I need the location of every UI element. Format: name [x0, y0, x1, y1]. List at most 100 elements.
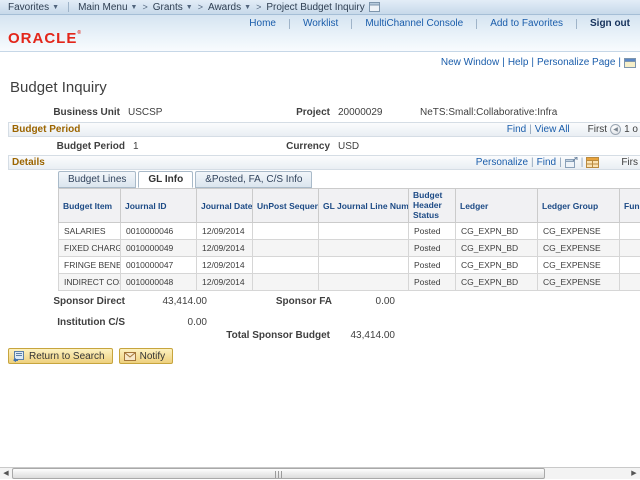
sponsor-direct-value: 43,414.00 [130, 296, 207, 307]
column-header-funding[interactable]: Fundi [620, 189, 640, 223]
worklist-link[interactable]: Worklist [303, 18, 338, 29]
notify-label: Notify [140, 351, 166, 362]
breadcrumb-separator: > [256, 2, 261, 12]
breadcrumb-item-awards[interactable]: Awards ▼ [208, 2, 251, 13]
column-header-gl-journal-line-number[interactable]: GL Journal Line Number [319, 189, 409, 223]
view-all-popup-icon[interactable] [565, 157, 578, 168]
personalize-page-link[interactable]: Personalize Page [537, 57, 615, 68]
column-header-journal-date[interactable]: Journal Date [197, 189, 253, 223]
scroll-left-arrow[interactable]: ◀ [0, 468, 12, 479]
peoplesoft-budget-inquiry-page: Favorites ▼ Main Menu ▼ > Grants ▼ > Awa… [0, 0, 640, 480]
horizontal-scrollbar[interactable]: ◀ ▶ [0, 467, 640, 479]
cell-budget-item: FIXED CHARGES [59, 240, 121, 257]
cell-gl-journal-line-number [319, 240, 409, 257]
tab-posted-fa-cs-info[interactable]: &Posted, FA, C/S Info [195, 171, 312, 188]
column-header-budget-header-status[interactable]: Budget Header Status [409, 189, 456, 223]
scrollbar-thumb[interactable] [12, 468, 545, 479]
add-to-favorites-link[interactable]: Add to Favorites [490, 18, 563, 29]
oracle-logo-text: ORACLE [8, 30, 77, 47]
cell-unpost-sequence [253, 257, 319, 274]
nav-divider [576, 19, 577, 29]
favorites-menu[interactable]: Favorites ▼ [8, 2, 59, 13]
personalize-window-icon[interactable] [624, 58, 636, 68]
bar-pipe: | [559, 157, 562, 168]
budget-period-find-link[interactable]: Find [507, 124, 526, 135]
new-window-link[interactable]: New Window [441, 57, 499, 68]
pagebar-pipe: | [502, 57, 505, 68]
breadcrumb-item-project-budget-inquiry[interactable]: Project Budget Inquiry [266, 2, 364, 13]
cell-funding [620, 223, 640, 240]
sponsor-direct-label: Sponsor Direct [20, 296, 125, 307]
dropdown-arrow-icon: ▼ [52, 4, 59, 11]
home-link[interactable]: Home [249, 18, 276, 29]
registered-mark: ® [77, 30, 82, 36]
budget-period-page-info: 1 o [624, 124, 638, 135]
cell-ledger-group: CG_EXPENSE [538, 257, 620, 274]
nav-divider [476, 19, 477, 29]
cell-budget-header-status: Posted [409, 274, 456, 291]
cell-unpost-sequence [253, 274, 319, 291]
top-nav: Home Worklist MultiChannel Console Add t… [245, 18, 630, 29]
return-to-search-button[interactable]: Return to Search [8, 348, 113, 364]
cell-journal-id: 0010000049 [121, 240, 197, 257]
budget-period-section-header: Budget Period Find | View All First ◀ 1 … [8, 122, 640, 137]
column-header-unpost-sequence[interactable]: UnPost Sequence [253, 189, 319, 223]
cell-funding [620, 274, 640, 291]
bar-pipe: | [531, 157, 534, 168]
grid-header-row: Budget Item Journal ID Journal Date UnPo… [59, 189, 640, 223]
scroll-right-arrow[interactable]: ▶ [628, 468, 640, 479]
currency-value: USD [338, 141, 359, 152]
details-section-header: Details Personalize | Find | | Firs [8, 155, 640, 170]
details-find-link[interactable]: Find [537, 157, 556, 168]
sponsor-fa-value: 0.00 [330, 296, 395, 307]
tab-gl-info[interactable]: GL Info [138, 171, 193, 188]
column-header-ledger-group[interactable]: Ledger Group [538, 189, 620, 223]
column-header-ledger[interactable]: Ledger [456, 189, 538, 223]
cell-budget-item: INDIRECT COSTS [59, 274, 121, 291]
cell-ledger-group: CG_EXPENSE [538, 223, 620, 240]
table-row: FRINGE BENEFIT 0010000047 12/09/2014 Pos… [59, 257, 640, 274]
details-tab-strip: Budget Lines GL Info &Posted, FA, C/S In… [58, 170, 640, 188]
cell-journal-date: 12/09/2014 [197, 274, 253, 291]
cell-budget-header-status: Posted [409, 240, 456, 257]
details-section-title: Details [12, 157, 45, 168]
return-to-search-label: Return to Search [29, 351, 105, 362]
cell-ledger: CG_EXPN_BD [456, 223, 538, 240]
bar-pipe: | [529, 124, 532, 135]
help-link[interactable]: Help [508, 57, 529, 68]
page-window-icon[interactable] [369, 2, 380, 12]
dropdown-arrow-icon: ▼ [131, 4, 138, 11]
breadcrumb-divider [68, 2, 69, 12]
scrollbar-grip [275, 471, 284, 478]
budget-period-view-all-link[interactable]: View All [535, 124, 570, 135]
sign-out-link[interactable]: Sign out [590, 18, 630, 29]
budget-period-section-title: Budget Period [12, 124, 80, 135]
notify-envelope-icon [124, 352, 136, 361]
currency-label: Currency [250, 141, 330, 152]
main-menu[interactable]: Main Menu ▼ [78, 2, 137, 13]
cell-budget-header-status: Posted [409, 257, 456, 274]
header-band: Home Worklist MultiChannel Console Add t… [0, 15, 640, 52]
previous-row-button[interactable]: ◀ [610, 124, 621, 135]
notify-button[interactable]: Notify [119, 348, 174, 364]
project-value: 20000029 [338, 107, 383, 118]
cell-journal-date: 12/09/2014 [197, 257, 253, 274]
dropdown-arrow-icon: ▼ [186, 4, 193, 11]
total-sponsor-budget-value: 43,414.00 [320, 330, 395, 341]
cell-journal-id: 0010000047 [121, 257, 197, 274]
breadcrumb-item-grants[interactable]: Grants ▼ [153, 2, 193, 13]
total-sponsor-budget-label: Total Sponsor Budget [218, 330, 330, 341]
business-unit-value: USCSP [128, 107, 162, 118]
main-menu-label: Main Menu [78, 2, 127, 13]
column-header-budget-item[interactable]: Budget Item [59, 189, 121, 223]
tab-budget-lines[interactable]: Budget Lines [58, 171, 136, 188]
budget-period-first-label: First [588, 124, 607, 135]
dropdown-arrow-icon: ▼ [244, 4, 251, 11]
details-personalize-link[interactable]: Personalize [476, 157, 528, 168]
multichannel-console-link[interactable]: MultiChannel Console [365, 18, 463, 29]
cell-gl-journal-line-number [319, 257, 409, 274]
cell-unpost-sequence [253, 223, 319, 240]
download-to-excel-icon[interactable] [586, 157, 599, 168]
cell-budget-item: SALARIES [59, 223, 121, 240]
column-header-journal-id[interactable]: Journal ID [121, 189, 197, 223]
